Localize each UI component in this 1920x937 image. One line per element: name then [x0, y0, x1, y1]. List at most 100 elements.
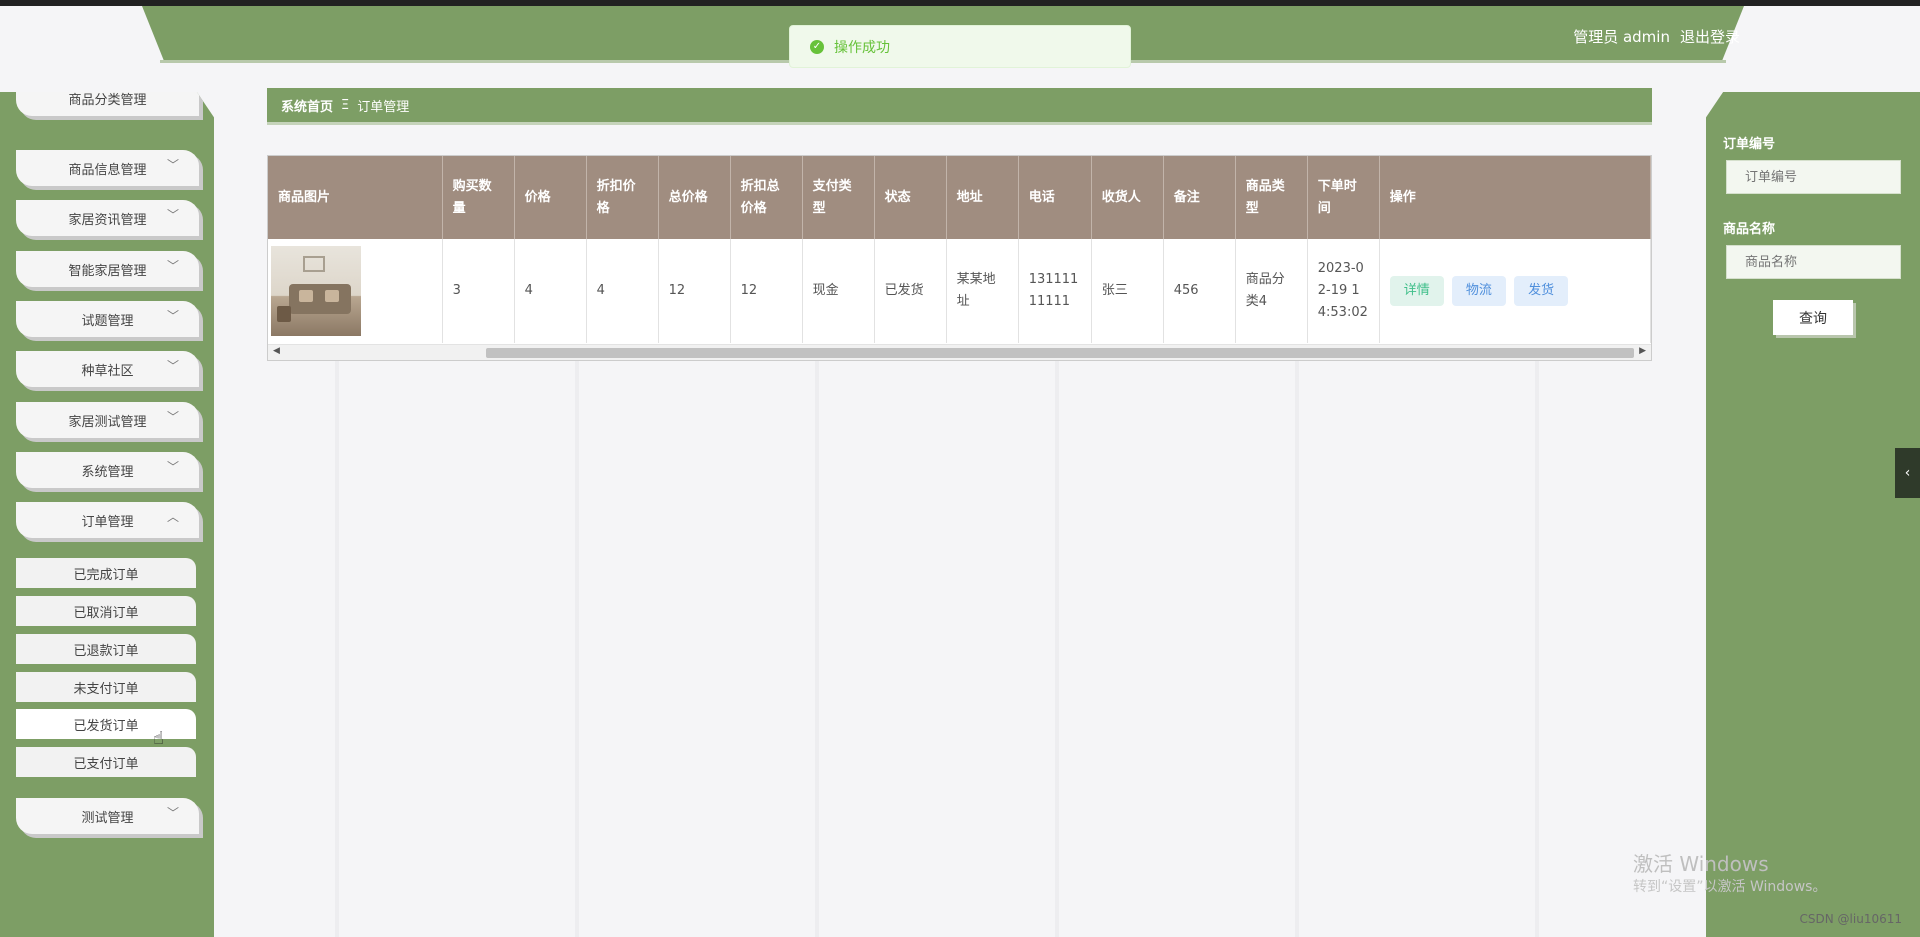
col-header-address: 地址: [946, 156, 1019, 239]
product-name-label: 商品名称: [1723, 222, 1776, 237]
chevron-down-icon: ﹀: [166, 806, 179, 820]
sidebar-item-label: 种草社区: [81, 363, 134, 379]
cell-discount-total: 12: [730, 239, 803, 343]
col-header-category: 商品类型: [1235, 156, 1308, 239]
sidebar-subitem-paid[interactable]: 已支付订单: [16, 747, 196, 777]
order-no-label: 订单编号: [1723, 137, 1776, 152]
chevron-down-icon: ﹀: [166, 309, 179, 323]
cell-pay-type: 现金: [802, 239, 875, 343]
scroll-thumb[interactable]: [486, 348, 1634, 358]
col-header-image: 商品图片: [268, 156, 443, 239]
sidebar-item-label: 家居测试管理: [68, 414, 147, 430]
chevron-down-icon: ﹀: [166, 208, 179, 222]
sidebar-item-home-test[interactable]: 家居测试管理 ﹀: [16, 402, 199, 438]
col-header-pay-type: 支付类型: [802, 156, 875, 239]
sidebar-item-label: 商品信息管理: [68, 162, 147, 178]
cell-quantity: 3: [442, 239, 515, 343]
col-header-quantity: 购买数量: [442, 156, 515, 239]
toast-message: 操作成功: [834, 39, 890, 56]
scroll-left-icon[interactable]: ◀: [273, 346, 280, 356]
chevron-down-icon: ﹀: [166, 158, 179, 172]
chevron-left-icon: ‹: [1904, 465, 1911, 481]
sidebar-subitem-refunded[interactable]: 已退款订单: [16, 634, 196, 664]
col-header-status: 状态: [874, 156, 947, 239]
hand-cursor-icon: ☝: [153, 728, 164, 749]
sidebar-item-product-info[interactable]: 商品信息管理 ﹀: [16, 150, 199, 186]
breadcrumb-home[interactable]: 系统首页: [281, 96, 333, 115]
sidebar: 商品分类管理 商品信息管理 ﹀ 家居资讯管理 ﹀ 智能家居管理 ﹀ 试题管理 ﹀…: [0, 92, 214, 937]
cell-address: 某某地址: [946, 239, 1019, 343]
sidebar-item-orders[interactable]: 订单管理 ︿: [16, 502, 199, 538]
sidebar-item-smart-home[interactable]: 智能家居管理 ﹀: [16, 251, 199, 287]
order-no-input[interactable]: [1726, 160, 1901, 194]
sidebar-item-label: 商品分类管理: [68, 92, 147, 108]
col-header-discount-price: 折扣价格: [586, 156, 659, 239]
col-header-order-time: 下单时间: [1307, 156, 1380, 239]
sidebar-item-questions[interactable]: 试题管理 ﹀: [16, 301, 199, 337]
horizontal-scrollbar[interactable]: ◀ ▶: [268, 344, 1651, 360]
collapse-panel-button[interactable]: ‹: [1895, 448, 1920, 498]
col-header-price: 价格: [514, 156, 587, 239]
table-header-row: 商品图片 购买数量 价格 折扣价格 总价格 折扣总价格 支付类型 状态 地址 电…: [268, 156, 1652, 239]
sidebar-subitem-cancelled[interactable]: 已取消订单: [16, 596, 196, 626]
logout-link[interactable]: 退出登录: [1680, 26, 1740, 47]
sidebar-subitem-label: 已支付订单: [73, 756, 139, 772]
sidebar-subitem-shipped[interactable]: 已发货订单: [16, 709, 196, 739]
sidebar-subitem-label: 已发货订单: [73, 718, 139, 734]
cell-remark: 456: [1163, 239, 1236, 343]
product-name-input[interactable]: [1726, 245, 1901, 279]
cell-actions: 详情 物流 发货: [1379, 239, 1652, 343]
detail-button[interactable]: 详情: [1389, 276, 1444, 306]
windows-watermark-title: 激活 Windows: [1633, 852, 1769, 876]
cell-phone: 13111111111: [1018, 239, 1092, 343]
sidebar-item-label: 测试管理: [81, 810, 134, 826]
orders-table: 商品图片 购买数量 价格 折扣价格 总价格 折扣总价格 支付类型 状态 地址 电…: [267, 155, 1652, 361]
breadcrumb: 系统首页 Ξ 订单管理: [267, 88, 1652, 125]
cell-receiver: 张三: [1091, 239, 1164, 343]
breadcrumb-separator: Ξ: [341, 97, 350, 113]
user-label: 管理员 admin: [1573, 28, 1670, 46]
thumbnail-cushion: [299, 290, 313, 302]
ship-button[interactable]: 发货: [1514, 276, 1569, 306]
sidebar-item-testing[interactable]: 测试管理 ﹀: [16, 798, 199, 834]
sidebar-subitem-label: 已退款订单: [73, 643, 139, 659]
sidebar-item-label: 智能家居管理: [68, 263, 147, 279]
top-edge: [0, 0, 1920, 6]
chevron-up-icon: ︿: [166, 510, 179, 524]
background-pattern: [215, 290, 1695, 937]
sidebar-item-system[interactable]: 系统管理 ﹀: [16, 452, 199, 488]
thumbnail-frame: [303, 256, 325, 272]
chevron-down-icon: ﹀: [166, 460, 179, 474]
check-circle-icon: ✓: [810, 39, 824, 54]
col-header-phone: 电话: [1018, 156, 1092, 239]
sidebar-item-community[interactable]: 种草社区 ﹀: [16, 351, 199, 387]
breadcrumb-current: 订单管理: [357, 99, 410, 115]
logistics-button[interactable]: 物流: [1451, 276, 1506, 306]
col-header-discount-total: 折扣总价格: [730, 156, 803, 239]
user-area: 管理员 admin 退出登录: [1573, 26, 1740, 47]
sidebar-item-news[interactable]: 家居资讯管理 ﹀: [16, 200, 199, 236]
sidebar-subitem-unpaid[interactable]: 未支付订单: [16, 672, 196, 702]
scroll-right-icon[interactable]: ▶: [1639, 346, 1646, 356]
cell-category: 商品分类4: [1235, 239, 1308, 343]
cell-status: 已发货: [874, 239, 947, 343]
sidebar-subitem-label: 已完成订单: [73, 567, 139, 583]
thumbnail-cushion: [325, 290, 339, 302]
col-header-total: 总价格: [658, 156, 731, 239]
success-toast: ✓ 操作成功: [789, 25, 1131, 68]
col-header-actions: 操作: [1379, 156, 1652, 239]
sidebar-item-category[interactable]: 商品分类管理: [16, 92, 199, 116]
product-thumbnail[interactable]: [271, 246, 361, 336]
chevron-down-icon: ﹀: [166, 259, 179, 273]
sidebar-subitem-label: 已取消订单: [73, 605, 139, 621]
col-header-remark: 备注: [1163, 156, 1236, 239]
cell-price: 4: [514, 239, 587, 343]
query-button[interactable]: 查询: [1773, 300, 1853, 335]
windows-watermark-sub: 转到“设置”以激活 Windows。: [1633, 879, 1827, 895]
chevron-down-icon: ﹀: [166, 359, 179, 373]
table-row: 3 4 4 12 12 现金 已发货 某某地址 13111111111 张三 4…: [268, 239, 1652, 343]
col-header-receiver: 收货人: [1091, 156, 1164, 239]
sidebar-item-label: 家居资讯管理: [68, 212, 147, 228]
sidebar-subitem-completed[interactable]: 已完成订单: [16, 558, 196, 588]
cell-order-time: 2023-02-19 14:53:02: [1307, 239, 1380, 343]
